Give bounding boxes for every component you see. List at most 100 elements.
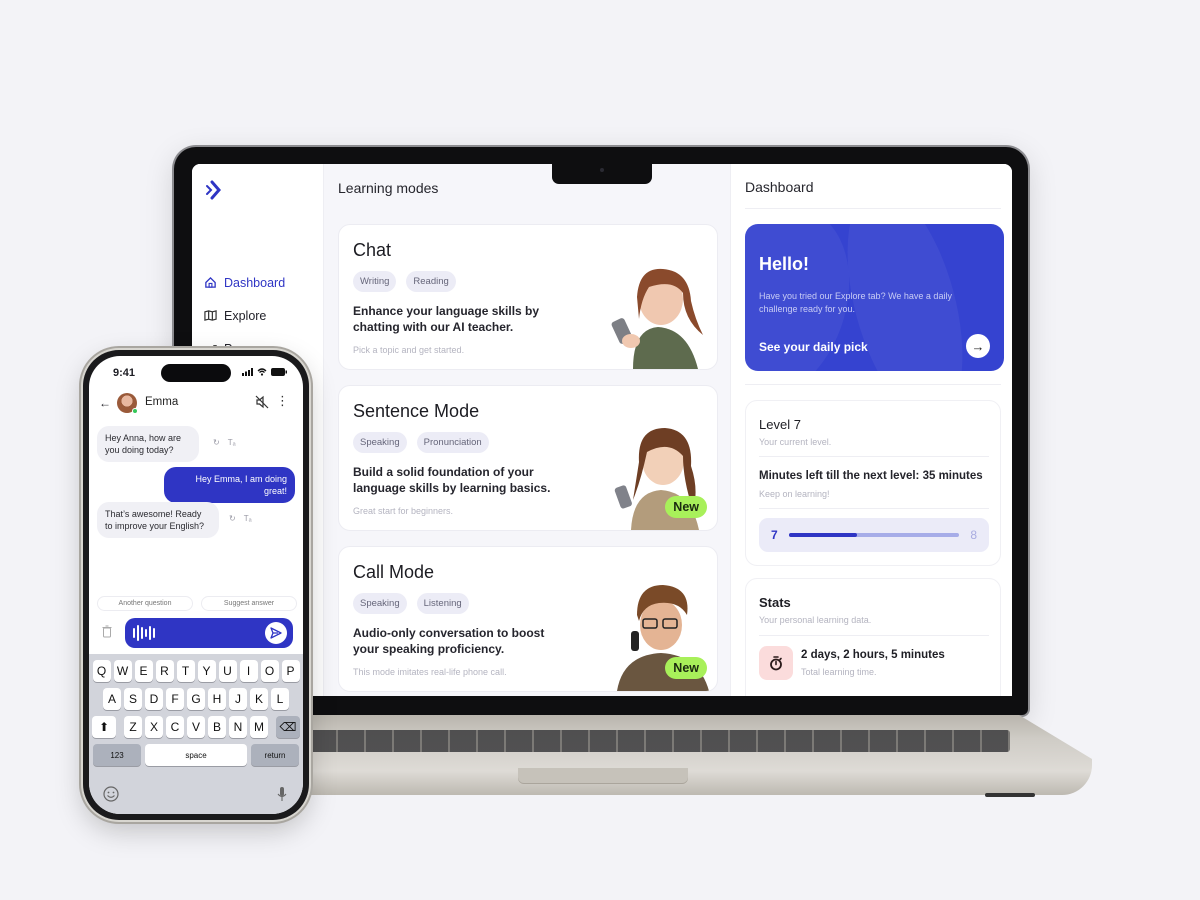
key-d[interactable]: D [145,688,163,710]
new-badge: New [665,496,707,518]
translate-icon[interactable]: Tₐ [244,514,252,523]
key-t[interactable]: T [176,660,195,682]
suggestions: Another question Suggest answer [97,596,297,611]
total-learning-time-label: Total learning time. [801,667,877,677]
microphone-icon[interactable] [277,786,287,802]
card-description: Enhance your language skills by chatting… [353,304,540,334]
tag: Pronunciation [416,432,489,453]
mode-card-call[interactable]: Call Mode Speaking Listening Audio-only … [338,546,718,692]
key-l[interactable]: L [271,688,289,710]
key-k[interactable]: K [250,688,268,710]
divider [759,508,989,509]
suggestion-another-question[interactable]: Another question [97,596,193,611]
card-description: Audio-only conversation to boost your sp… [353,626,545,656]
translate-icon[interactable]: Tₐ [228,438,236,447]
on-screen-keyboard: QWERTYUIOP ASDFGHJKL ⬆ ZXCVBNM ⌫ 123 spa… [89,654,303,814]
key-a[interactable]: A [103,688,121,710]
phone-frame: 9:41 ← Emma ⋮ Hey Anna, how are you doin… [83,350,309,820]
card-description: Build a solid foundation of your languag… [353,465,551,495]
send-button[interactable] [265,622,287,644]
arrow-right-icon[interactable]: → [966,334,990,358]
progress-track [789,533,959,537]
stopwatch-icon [759,646,793,680]
key-m[interactable]: M [250,716,268,738]
status-icons [242,368,287,376]
learning-modes-panel: Learning modes Chat Writing Reading Enha… [324,164,730,696]
sidebar-item-dashboard[interactable]: Dashboard [204,266,285,299]
message-tools: ↻ Tₐ [213,438,236,447]
progress-current-level: 7 [771,528,778,542]
sidebar-item-explore[interactable]: Explore [204,299,285,332]
stats-subtitle: Your personal learning data. [759,615,872,625]
key-u[interactable]: U [218,660,237,682]
key-x[interactable]: X [145,716,163,738]
key-c[interactable]: C [166,716,184,738]
key-o[interactable]: O [260,660,279,682]
replay-icon[interactable]: ↻ [229,514,236,523]
key-w[interactable]: W [113,660,132,682]
more-vertical-icon[interactable]: ⋮ [276,393,289,409]
key-b[interactable]: B [208,716,226,738]
key-v[interactable]: V [187,716,205,738]
stats-card: Stats Your personal learning data. 2 day… [745,578,1001,696]
card-hint: This mode imitates real-life phone call. [353,667,507,677]
laptop-keyboard [310,730,1010,752]
stats-title: Stats [759,595,791,610]
tutor-illustration [611,268,703,369]
key-g[interactable]: G [187,688,205,710]
keyboard-row: ASDFGHJKL [89,688,303,710]
daily-pick-card[interactable]: Hello! Have you tried our Explore tab? W… [745,224,1004,371]
message-tools: ↻ Tₐ [229,514,252,523]
key-r[interactable]: R [155,660,174,682]
daily-pick-link[interactable]: See your daily pick [759,340,868,354]
trash-icon[interactable] [102,625,112,638]
mode-card-sentence[interactable]: Sentence Mode Speaking Pronunciation Bui… [338,385,718,531]
key-j[interactable]: J [229,688,247,710]
emoji-icon[interactable] [103,786,119,802]
online-indicator [132,408,138,414]
back-arrow-icon[interactable]: ← [99,396,111,410]
keyboard-row: ⬆ ZXCVBNM ⌫ [89,716,303,738]
total-learning-time: 2 days, 2 hours, 5 minutes [801,649,945,661]
app-logo-icon[interactable] [204,177,226,203]
laptop-trackpad [518,768,688,784]
key-p[interactable]: P [281,660,300,682]
progress-next-level: 8 [970,528,977,542]
shift-key[interactable]: ⬆ [92,716,116,738]
key-n[interactable]: N [229,716,247,738]
key-i[interactable]: I [239,660,258,682]
numbers-key[interactable]: 123 [93,744,141,766]
key-z[interactable]: Z [124,716,142,738]
return-key[interactable]: return [251,744,299,766]
key-q[interactable]: Q [92,660,111,682]
level-card: Level 7 Your current level. Minutes left… [745,400,1001,566]
speaker-muted-icon[interactable] [255,395,269,409]
key-f[interactable]: F [166,688,184,710]
sidebar-item-label: Explore [224,308,267,323]
key-s[interactable]: S [124,688,142,710]
contact-name: Emma [145,396,179,408]
key-e[interactable]: E [134,660,153,682]
avatar[interactable] [117,393,138,414]
key-h[interactable]: H [208,688,226,710]
card-title: Chat [353,240,392,260]
card-hint: Great start for beginners. [353,506,454,516]
mode-card-chat[interactable]: Chat Writing Reading Enhance your langua… [338,224,718,370]
tag: Speaking [353,593,407,614]
keyboard-letters: ZXCVBNM [124,716,268,738]
phone-screen: 9:41 ← Emma ⋮ Hey Anna, how are you doin… [89,356,303,814]
send-icon [270,627,282,639]
tag: Listening [416,593,469,614]
space-key[interactable]: space [145,744,247,766]
dashboard-panel: Dashboard Hello! Have you tried our Expl… [730,164,1012,696]
key-y[interactable]: Y [197,660,216,682]
minutes-left: Minutes left till the next level: 35 min… [759,470,983,482]
suggestion-suggest-answer[interactable]: Suggest answer [201,596,297,611]
backspace-key[interactable]: ⌫ [276,716,300,738]
chat-header: ← Emma ⋮ [89,392,303,418]
waveform-icon [133,625,155,641]
divider [759,456,989,457]
replay-icon[interactable]: ↻ [213,438,220,447]
signal-icon [242,368,253,376]
voice-recording-bar[interactable] [125,618,293,648]
